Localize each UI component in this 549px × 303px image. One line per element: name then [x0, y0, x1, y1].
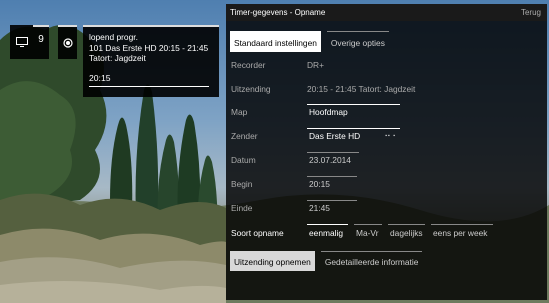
- info-line-title: Tatort: Jagdzeit: [89, 53, 146, 63]
- settings-tabs: Standaard instellingen Overige opties: [230, 31, 389, 52]
- einde-label: Einde: [231, 203, 253, 213]
- record-broadcast-button[interactable]: Uitzending opnemen: [230, 251, 315, 271]
- einde-field[interactable]: 21:45: [307, 200, 357, 216]
- back-button[interactable]: Terug: [521, 8, 543, 17]
- info-line-status: lopend progr.: [89, 32, 138, 42]
- panel-title: Timer-gegevens - Opname: [230, 8, 326, 17]
- zender-label: Zender: [231, 131, 258, 141]
- datum-field[interactable]: 23.07.2014: [307, 152, 359, 168]
- timer-settings-panel: Timer-gegevens - Opname Terug Standaard …: [226, 4, 547, 300]
- row-einde: Einde 21:45: [231, 200, 357, 216]
- progress-bar: [89, 86, 209, 87]
- row-zender: Zender Das Erste HD ▪▪ ▪: [231, 128, 400, 144]
- uitzending-label: Uitzending: [231, 84, 271, 94]
- tv-mode-box: [10, 25, 33, 59]
- uitzending-value: 20:15 - 21:45 Tatort: Jagdzeit: [307, 84, 416, 94]
- begin-field[interactable]: 20:15: [307, 176, 357, 192]
- record-icon: [62, 38, 73, 48]
- programme-info-box: lopend progr. 101 Das Erste HD 20:15 - 2…: [83, 25, 219, 97]
- info-time: 20:15: [89, 72, 111, 83]
- info-line-channel: 101 Das Erste HD 20:15 - 21:45: [89, 42, 209, 53]
- option-eenmalig[interactable]: eenmalig: [307, 224, 348, 241]
- channel-number-box: 9: [33, 25, 49, 59]
- row-begin: Begin 20:15: [231, 176, 357, 192]
- record-indicator-box: [58, 25, 77, 59]
- recorder-value: DR+: [307, 60, 324, 70]
- recording-type-label: Soort opname: [231, 227, 284, 238]
- detailed-info-button[interactable]: Gedetailleerde informatie: [320, 251, 423, 271]
- map-field[interactable]: Hoofdmap: [307, 104, 400, 120]
- row-datum: Datum 23.07.2014: [231, 152, 359, 168]
- zender-field[interactable]: Das Erste HD ▪▪ ▪: [307, 128, 400, 144]
- option-eens-per-week[interactable]: eens per week: [431, 224, 493, 241]
- row-map: Map Hoofdmap: [231, 104, 400, 120]
- recorder-label: Recorder: [231, 60, 266, 70]
- tv-icon: [15, 37, 28, 47]
- channel-number: 9: [38, 34, 44, 45]
- row-recorder: Recorder DR+: [231, 60, 324, 70]
- tab-other-options[interactable]: Overige opties: [326, 31, 389, 52]
- row-recording-type: Soort opname eenmalig Ma-Vr dagelijks ee…: [231, 224, 499, 241]
- hd-audio-icon: ▪▪ ▪: [385, 133, 396, 139]
- zender-value: Das Erste HD: [309, 131, 361, 141]
- action-tabs: Uitzending opnemen Gedetailleerde inform…: [230, 251, 423, 271]
- tab-standard-settings[interactable]: Standaard instellingen: [230, 31, 321, 52]
- panel-header: Timer-gegevens - Opname Terug: [226, 4, 547, 21]
- row-uitzending: Uitzending 20:15 - 21:45 Tatort: Jagdzei…: [231, 84, 415, 94]
- datum-label: Datum: [231, 155, 256, 165]
- option-dagelijks[interactable]: dagelijks: [388, 224, 425, 241]
- begin-label: Begin: [231, 179, 253, 189]
- map-label: Map: [231, 107, 248, 117]
- option-ma-vr[interactable]: Ma-Vr: [354, 224, 382, 241]
